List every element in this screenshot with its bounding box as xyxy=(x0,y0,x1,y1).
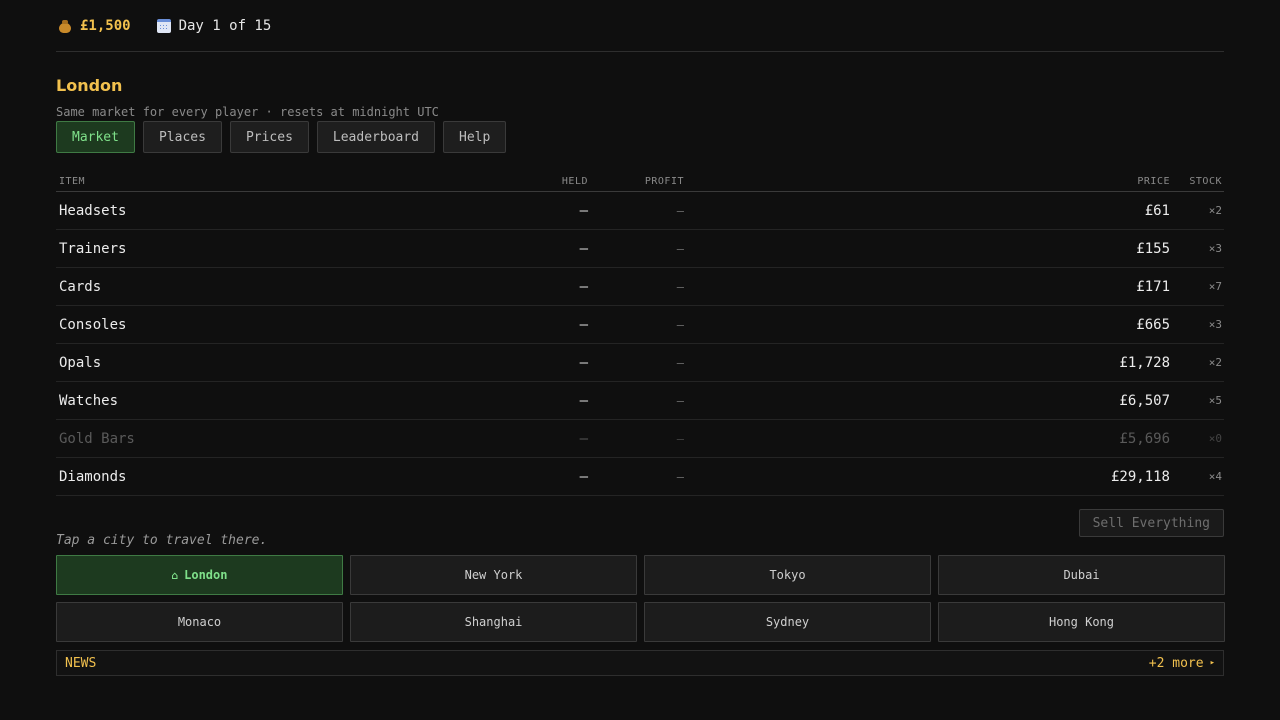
item-profit: – xyxy=(676,279,684,294)
market-row-cards[interactable]: Cards — – £171 ×7 xyxy=(56,268,1224,306)
item-name: Headsets xyxy=(59,202,127,219)
item-profit: – xyxy=(676,393,684,408)
item-profit: – xyxy=(676,355,684,370)
current-city-title: London xyxy=(56,76,123,95)
item-stock: ×2 xyxy=(1208,204,1222,217)
tab-places[interactable]: Places xyxy=(142,121,222,153)
item-profit: – xyxy=(676,203,684,218)
item-profit: – xyxy=(676,317,684,332)
item-held: — xyxy=(579,316,588,333)
city-label: Tokyo xyxy=(769,568,806,582)
city-button-dubai[interactable]: Dubai xyxy=(938,555,1225,595)
item-held: — xyxy=(579,392,588,409)
item-profit: – xyxy=(676,431,684,446)
header-profit: PROFIT xyxy=(644,175,684,187)
home-icon: ⌂ xyxy=(171,568,179,582)
item-name: Trainers xyxy=(59,240,127,257)
item-name: Gold Bars xyxy=(59,430,135,447)
market-table: ITEM HELD PROFIT PRICE STOCK Headsets — … xyxy=(56,171,1224,496)
city-label: Dubai xyxy=(1063,568,1100,582)
day-counter: Day 1 of 15 xyxy=(178,17,272,34)
item-held: — xyxy=(579,468,588,485)
item-stock: ×3 xyxy=(1208,318,1222,331)
item-held: — xyxy=(579,240,588,257)
item-name: Consoles xyxy=(59,316,127,333)
tab-leaderboard[interactable]: Leaderboard xyxy=(316,121,435,153)
news-more-count: +2 more xyxy=(1148,655,1204,671)
item-stock: ×3 xyxy=(1208,242,1222,255)
item-stock: ×7 xyxy=(1208,280,1222,293)
city-label: London xyxy=(184,568,228,582)
item-name: Diamonds xyxy=(59,468,127,485)
market-row-watches[interactable]: Watches — – £6,507 ×5 xyxy=(56,382,1224,420)
market-row-opals[interactable]: Opals — – £1,728 ×2 xyxy=(56,344,1224,382)
item-price: £171 xyxy=(1136,278,1170,295)
market-row-gold-bars: Gold Bars — – £5,696 ×0 xyxy=(56,420,1224,458)
calendar-icon xyxy=(156,18,171,33)
news-label: NEWS xyxy=(65,655,97,671)
market-row-trainers[interactable]: Trainers — – £155 ×3 xyxy=(56,230,1224,268)
market-table-header: ITEM HELD PROFIT PRICE STOCK xyxy=(56,171,1224,192)
header-price: PRICE xyxy=(1137,175,1170,187)
city-button-sydney[interactable]: Sydney xyxy=(644,602,931,642)
item-held: — xyxy=(579,278,588,295)
city-button-monaco[interactable]: Monaco xyxy=(56,602,343,642)
city-button-new-york[interactable]: New York xyxy=(350,555,637,595)
city-label: Shanghai xyxy=(464,615,523,629)
header-stock: STOCK xyxy=(1189,175,1222,187)
item-stock: ×4 xyxy=(1208,470,1222,483)
header-held: HELD xyxy=(561,175,588,187)
item-price: £5,696 xyxy=(1119,430,1170,447)
header-item: ITEM xyxy=(59,175,86,187)
tab-prices[interactable]: Prices xyxy=(229,121,309,153)
item-price: £155 xyxy=(1136,240,1170,257)
main-tabs: Market Places Prices Leaderboard Help xyxy=(56,121,1224,153)
city-button-tokyo[interactable]: Tokyo xyxy=(644,555,931,595)
item-stock: ×5 xyxy=(1208,394,1222,407)
tab-help[interactable]: Help xyxy=(443,121,507,153)
item-price: £665 xyxy=(1136,316,1170,333)
city-label: New York xyxy=(464,568,523,582)
city-button-london[interactable]: ⌂ London xyxy=(56,555,343,595)
item-stock: ×0 xyxy=(1208,432,1222,445)
item-profit: – xyxy=(676,241,684,256)
item-stock: ×2 xyxy=(1208,356,1222,369)
item-name: Watches xyxy=(59,392,119,409)
market-row-headsets[interactable]: Headsets — – £61 ×2 xyxy=(56,192,1224,230)
money-bag-icon xyxy=(58,19,72,33)
item-profit: – xyxy=(676,469,684,484)
market-row-diamonds[interactable]: Diamonds — – £29,118 ×4 xyxy=(56,458,1224,496)
expand-arrow-icon: ▸ xyxy=(1209,658,1215,668)
item-price: £61 xyxy=(1144,202,1170,219)
sell-everything-button[interactable]: Sell Everything xyxy=(1078,509,1224,537)
travel-hint: Tap a city to travel there. xyxy=(56,533,268,548)
city-label: Sydney xyxy=(765,615,810,629)
money-value: £1,500 xyxy=(80,17,131,34)
money-stat: £1,500 xyxy=(58,18,131,34)
status-bar: £1,500 Day 1 of 15 xyxy=(56,0,1224,52)
item-held: — xyxy=(579,354,588,371)
news-more-link[interactable]: +2 more ▸ xyxy=(1149,656,1215,671)
city-button-shanghai[interactable]: Shanghai xyxy=(350,602,637,642)
city-button-hong-kong[interactable]: Hong Kong xyxy=(938,602,1225,642)
news-bar[interactable]: NEWS +2 more ▸ xyxy=(56,650,1224,676)
item-name: Cards xyxy=(59,278,102,295)
item-price: £6,507 xyxy=(1119,392,1170,409)
city-label: Hong Kong xyxy=(1048,615,1115,629)
game-container: £1,500 Day 1 of 15 London Same market fo… xyxy=(56,0,1225,676)
city-grid: ⌂ London New York Tokyo Dubai Monaco Sha… xyxy=(56,555,1225,642)
city-label: Monaco xyxy=(177,615,222,629)
item-price: £1,728 xyxy=(1119,354,1170,371)
market-row-consoles[interactable]: Consoles — – £665 ×3 xyxy=(56,306,1224,344)
item-price: £29,118 xyxy=(1110,468,1170,485)
item-name: Opals xyxy=(59,354,102,371)
day-stat: Day 1 of 15 xyxy=(156,17,272,34)
item-held: — xyxy=(579,430,588,447)
tab-market[interactable]: Market xyxy=(56,121,135,153)
item-held: — xyxy=(579,202,588,219)
market-subtitle: Same market for every player · resets at… xyxy=(56,105,439,119)
